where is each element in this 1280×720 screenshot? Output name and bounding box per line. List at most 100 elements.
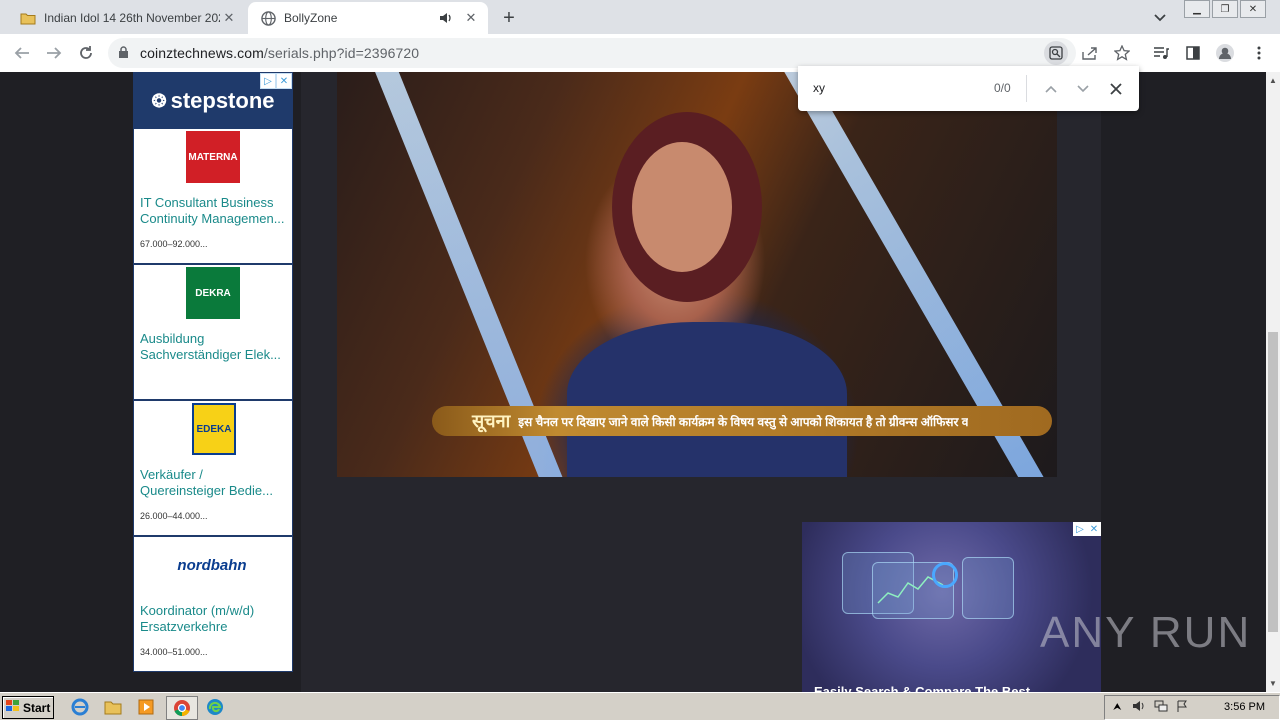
windows-logo-icon xyxy=(6,700,20,715)
video-player[interactable]: सूचना इस चैनल पर दिखाए जाने वाले किसी का… xyxy=(337,72,1057,477)
job-ad-card[interactable]: EDEKA Verkäufer / Quereinsteiger Bedie...… xyxy=(134,401,292,537)
find-next-button[interactable] xyxy=(1071,77,1095,101)
job-title-line: Ersatzverkehre xyxy=(140,619,228,634)
speaker-icon[interactable] xyxy=(438,10,454,26)
tab-indian-idol[interactable]: Indian Idol 14 26th November 2023 ✕ xyxy=(8,2,246,34)
performer-outfit xyxy=(567,322,847,477)
kebab-menu-icon[interactable] xyxy=(1247,41,1271,65)
scroll-down-arrow-icon[interactable]: ▼ xyxy=(1268,678,1278,688)
start-button[interactable]: Start xyxy=(2,696,54,719)
window-controls: ▁ ❐ ✕ xyxy=(1182,0,1266,18)
adchoices-icon[interactable]: ▷ xyxy=(1073,522,1087,536)
ad-badge[interactable]: ▷ ✕ xyxy=(1073,522,1101,536)
globe-icon xyxy=(260,10,276,26)
ad-brand-name: stepstone xyxy=(170,88,275,113)
scrollbar-thumb[interactable] xyxy=(1268,332,1278,632)
media-control-icon[interactable] xyxy=(1149,41,1173,65)
taskbar-clock[interactable]: 3:56 PM xyxy=(1224,701,1265,713)
tab-strip: Indian Idol 14 26th November 2023 ✕ Boll… xyxy=(0,0,1280,34)
back-button[interactable] xyxy=(10,41,34,65)
job-title-line: Quereinsteiger Bedie... xyxy=(140,483,273,498)
bookmark-star-icon[interactable] xyxy=(1110,41,1134,65)
edeka-logo: EDEKA xyxy=(192,403,236,455)
job-ad-banner[interactable]: ▷ ✕ ❂ stepstone MATERNA IT Consultant Bu… xyxy=(133,72,293,672)
trading-ad-banner[interactable]: ▷ ✕ Easily Search & Compare The Best xyxy=(802,522,1101,692)
lock-icon[interactable] xyxy=(118,46,129,64)
tray-expand-icon[interactable]: ⮝ xyxy=(1113,702,1122,713)
close-find-icon[interactable] xyxy=(1104,77,1128,101)
ticker-label: सूचना xyxy=(472,411,511,431)
close-tab-icon[interactable]: ✕ xyxy=(462,9,480,27)
job-title[interactable]: Koordinator (m/w/d) Ersatzverkehre xyxy=(140,603,288,635)
page-scrollbar[interactable]: ▲ ▼ xyxy=(1266,72,1280,692)
forward-button[interactable] xyxy=(42,41,66,65)
new-tab-button[interactable]: + xyxy=(498,7,520,29)
gauge-graphic xyxy=(932,562,958,588)
network-icon[interactable] xyxy=(1154,699,1168,717)
find-result-count: 0/0 xyxy=(994,81,1011,95)
address-bar[interactable]: coinztechnews.com/serials.php?id=2396720 xyxy=(108,38,1130,68)
job-title[interactable]: IT Consultant Business Continuity Managem… xyxy=(140,195,288,227)
job-title[interactable]: Ausbildung Sachverständiger Elek... xyxy=(140,331,288,363)
news-ticker: सूचना इस चैनल पर दिखाए जाने वाले किसी का… xyxy=(432,406,1052,436)
performer-face xyxy=(632,142,732,272)
close-tab-icon[interactable]: ✕ xyxy=(220,9,238,27)
chrome-taskbar-button[interactable] xyxy=(166,696,198,720)
reload-button[interactable] xyxy=(74,41,98,65)
edge-icon[interactable] xyxy=(203,696,227,718)
salary-range: 26.000–44.000... xyxy=(140,511,208,521)
find-input[interactable]: xy xyxy=(813,81,825,95)
ad-badge[interactable]: ▷ ✕ xyxy=(260,73,292,89)
job-ad-card[interactable]: MATERNA IT Consultant Business Continuity… xyxy=(134,129,292,265)
salary-range: 34.000–51.000... xyxy=(140,647,208,657)
maximize-button[interactable]: ❐ xyxy=(1212,0,1238,18)
job-ad-card[interactable]: nordbahn Koordinator (m/w/d) Ersatzverkeh… xyxy=(134,537,292,671)
scroll-up-arrow-icon[interactable]: ▲ xyxy=(1268,75,1278,85)
job-title-line: Koordinator (m/w/d) xyxy=(140,603,255,618)
job-title-line: Ausbildung xyxy=(140,331,205,346)
chevron-down-icon[interactable] xyxy=(1150,8,1170,28)
tab-title: BollyZone xyxy=(284,11,338,25)
close-ad-icon[interactable]: ✕ xyxy=(276,73,292,89)
start-label: Start xyxy=(23,700,51,715)
minimize-button[interactable]: ▁ xyxy=(1184,0,1210,18)
folder-icon xyxy=(20,10,36,26)
side-panel-icon[interactable] xyxy=(1181,41,1205,65)
close-ad-icon[interactable]: ✕ xyxy=(1087,522,1101,536)
internet-explorer-icon[interactable] xyxy=(68,696,92,718)
volume-icon[interactable] xyxy=(1132,699,1146,717)
profile-avatar-icon[interactable] xyxy=(1213,41,1237,65)
find-in-page-bar: xy 0/0 xyxy=(798,66,1139,111)
url-path: /serials.php?id=2396720 xyxy=(263,45,420,61)
ad-caption: Easily Search & Compare The Best xyxy=(814,684,1031,692)
ticker-text: इस चैनल पर दिखाए जाने वाले किसी कार्यक्र… xyxy=(518,414,969,429)
file-explorer-icon[interactable] xyxy=(101,696,125,718)
job-title-line: Verkäufer / xyxy=(140,467,203,482)
zoom-search-icon[interactable] xyxy=(1044,41,1068,65)
watermark-text: ANY RUN xyxy=(1040,608,1252,657)
chart-panel-graphic xyxy=(962,557,1014,619)
job-title-line: Continuity Managemen... xyxy=(140,211,285,226)
share-icon[interactable] xyxy=(1078,41,1102,65)
system-tray: ⮝ 3:56 PM xyxy=(1104,695,1280,720)
tab-title: Indian Idol 14 26th November 2023 xyxy=(44,11,220,25)
windows-taskbar: Start ⮝ 3:56 PM xyxy=(0,692,1280,720)
salary-range: 67.000–92.000... xyxy=(140,239,208,249)
url-domain: coinztechnews.com xyxy=(140,45,264,61)
flag-icon[interactable] xyxy=(1176,699,1188,717)
adchoices-icon[interactable]: ▷ xyxy=(260,73,276,89)
stepstone-logo-icon: ❂ xyxy=(151,90,167,111)
tab-bollyzone[interactable]: BollyZone ✕ xyxy=(248,2,488,34)
job-title-line: Sachverständiger Elek... xyxy=(140,347,281,362)
job-title-line: IT Consultant Business xyxy=(140,195,274,210)
web-page: सूचना इस चैनल पर दिखाए जाने वाले किसी का… xyxy=(0,72,1266,692)
media-player-icon[interactable] xyxy=(134,696,158,718)
materna-logo: MATERNA xyxy=(186,131,240,183)
job-title[interactable]: Verkäufer / Quereinsteiger Bedie... xyxy=(140,467,288,499)
nordbahn-logo: nordbahn xyxy=(177,556,247,574)
job-ad-card[interactable]: DEKRA Ausbildung Sachverständiger Elek... xyxy=(134,265,292,401)
close-window-button[interactable]: ✕ xyxy=(1240,0,1266,18)
url-text: coinztechnews.com/serials.php?id=2396720 xyxy=(140,45,419,61)
dekra-logo: DEKRA xyxy=(186,267,240,319)
find-previous-button[interactable] xyxy=(1039,77,1063,101)
